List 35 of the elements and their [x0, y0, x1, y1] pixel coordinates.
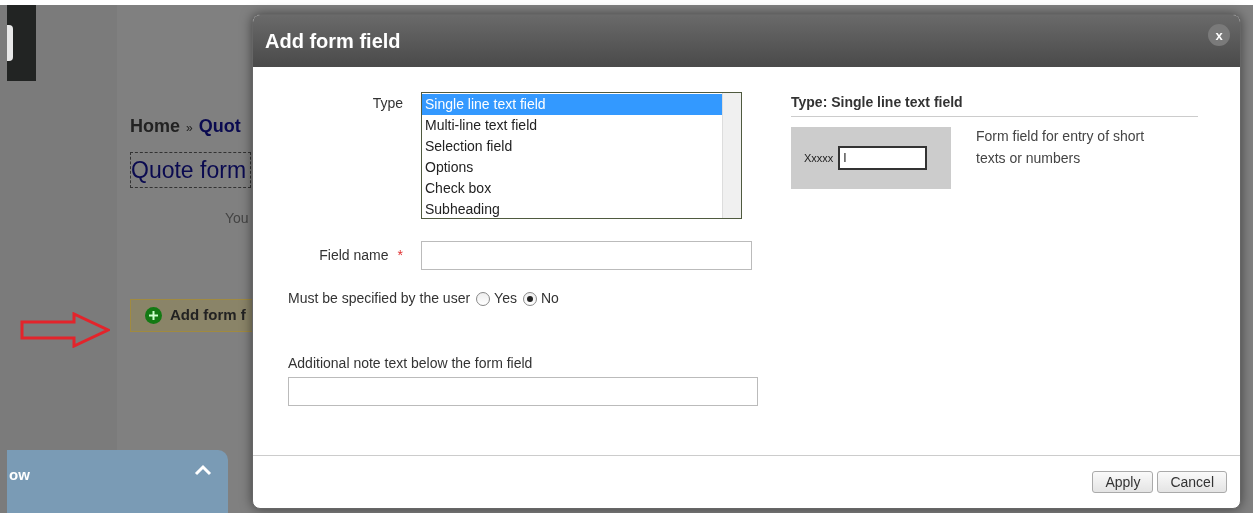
intro-text: You [225, 209, 249, 228]
type-label: Type [371, 94, 403, 113]
listbox-option[interactable]: Check box [422, 178, 722, 199]
field-name-input[interactable] [421, 241, 752, 270]
close-button[interactable]: x [1208, 24, 1230, 46]
breadcrumb-current[interactable]: Quot [198, 113, 241, 140]
required-question: Must be specified by the user [288, 289, 471, 308]
dialog-button[interactable]: Apply [1092, 471, 1154, 493]
required-mark: * [397, 246, 403, 265]
dialog-button[interactable]: Cancel [1157, 471, 1227, 493]
note-label: Additional note text below the form field [288, 354, 534, 373]
listbox-option[interactable]: Options [422, 157, 722, 178]
listbox-option[interactable]: Subheading [422, 199, 722, 220]
note-input[interactable] [288, 377, 758, 406]
preview-heading: Type: Single line text field [791, 92, 1198, 117]
sample-label: Xxxxx [804, 150, 834, 166]
listbox-option[interactable]: Multi-line text field [422, 115, 722, 136]
field-name-label: Field name [319, 246, 389, 265]
listbox-option[interactable]: Selection field [422, 136, 722, 157]
handle-icon[interactable] [7, 25, 13, 61]
radio-label: No [540, 289, 559, 308]
panel-label: ow [9, 465, 30, 485]
radio-label: Yes [494, 289, 517, 308]
chevron-up-icon [194, 464, 212, 476]
page-heading: Quote form [130, 152, 252, 188]
breadcrumb-separator: » [186, 120, 193, 137]
dialog-title: Add form field [265, 29, 401, 54]
arrow-icon [20, 312, 110, 348]
radio-button[interactable] [476, 291, 491, 306]
radio-button[interactable] [522, 291, 537, 306]
scrollbar[interactable] [722, 93, 741, 218]
plus-icon [145, 307, 162, 324]
preview-description: Form field for entry of short texts or numbers [976, 127, 1146, 168]
breadcrumb-link[interactable]: Home [130, 113, 180, 140]
type-listbox[interactable]: Single line text field Multi-line text field Selection field Options Check box Subheading [421, 92, 742, 219]
